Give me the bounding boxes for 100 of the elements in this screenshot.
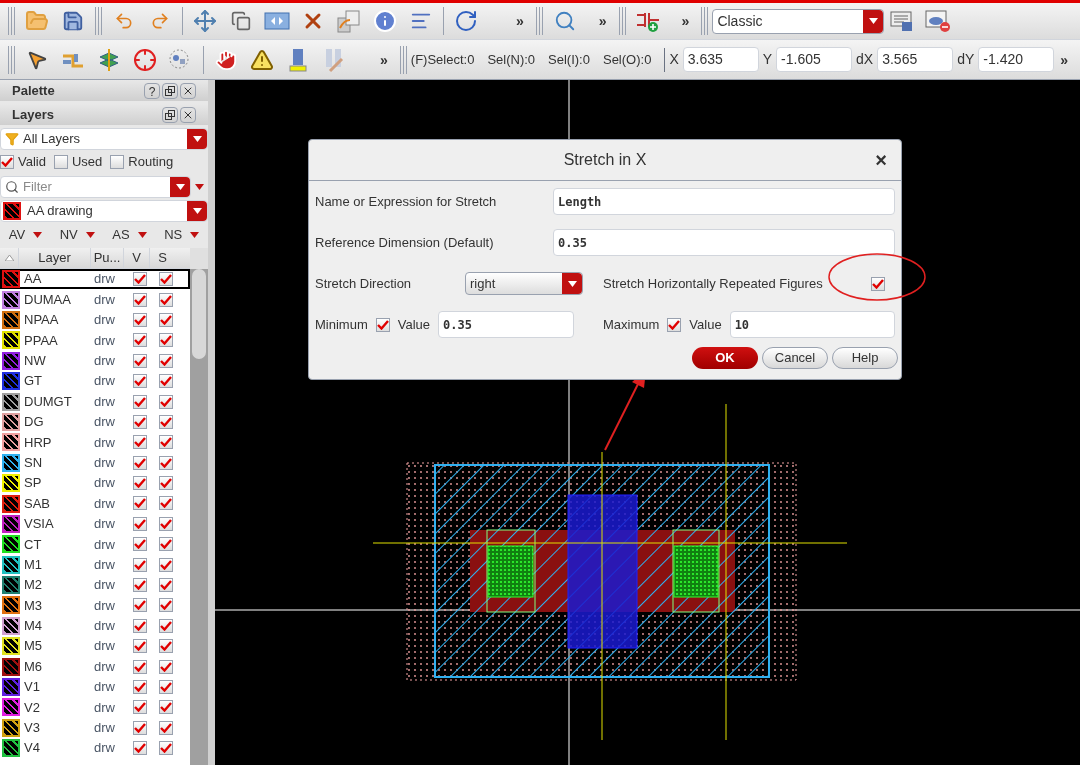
visible-checkbox[interactable] [133, 435, 147, 450]
visible-checkbox[interactable] [133, 292, 147, 307]
visible-checkbox[interactable] [133, 700, 147, 715]
visible-checkbox[interactable] [133, 741, 147, 756]
column-header[interactable]: Pu... [90, 248, 123, 268]
selectable-checkbox[interactable] [159, 537, 173, 552]
visible-checkbox[interactable] [133, 639, 147, 654]
dialog-button[interactable]: OK [692, 347, 758, 369]
close-button[interactable]: × [875, 145, 887, 175]
limit-checkbox[interactable] [375, 317, 390, 332]
dropdown-button[interactable] [187, 201, 207, 221]
layer-row[interactable]: SP drw [0, 472, 190, 494]
layer-row[interactable]: NPAA drw [0, 309, 190, 331]
selectable-checkbox[interactable] [159, 312, 173, 327]
layer-row[interactable]: SN drw [0, 452, 190, 473]
coordinate-field[interactable]: 3.565 [877, 47, 954, 72]
selectable-checkbox[interactable] [159, 741, 173, 756]
help-button[interactable]: ? [144, 82, 160, 99]
current-layer-dropdown[interactable]: AA drawing [0, 200, 208, 222]
selectable-checkbox[interactable] [159, 455, 173, 470]
selectable-checkbox[interactable] [159, 578, 173, 593]
selectable-checkbox[interactable] [159, 720, 173, 735]
visibility-menu-button[interactable]: NS [164, 225, 200, 245]
dialog-button[interactable]: Help [832, 347, 898, 369]
layer-row[interactable]: DG drw [0, 411, 190, 433]
dropdown-button[interactable] [863, 9, 884, 33]
visible-checkbox[interactable] [133, 455, 147, 470]
visible-checkbox[interactable] [133, 680, 147, 694]
menu-caret-icon[interactable] [195, 184, 204, 190]
selectable-checkbox[interactable] [159, 639, 173, 654]
value-field[interactable]: 10 [729, 311, 895, 338]
layer-row[interactable]: GT drw [0, 370, 190, 392]
layer-row[interactable]: PPAA drw [0, 330, 190, 351]
visibility-menu-button[interactable]: AV [8, 225, 43, 245]
selectable-checkbox[interactable] [159, 700, 173, 715]
visible-checkbox[interactable] [133, 476, 147, 491]
visible-checkbox[interactable] [133, 578, 147, 593]
visible-checkbox[interactable] [133, 557, 147, 572]
dialog-button[interactable]: Cancel [762, 347, 828, 369]
selectable-checkbox[interactable] [159, 516, 173, 531]
selectable-checkbox[interactable] [159, 333, 173, 348]
layer-row[interactable]: HRP drw [0, 432, 190, 453]
float-icon[interactable] [162, 82, 178, 99]
visibility-menu-button[interactable]: NV [59, 225, 95, 245]
name-field[interactable]: Length [553, 188, 895, 215]
overflow-button[interactable]: » [380, 49, 388, 70]
visible-checkbox[interactable] [133, 333, 147, 348]
dropdown-button[interactable] [170, 177, 190, 197]
selectable-checkbox[interactable] [159, 414, 173, 429]
layer-row[interactable]: V4 drw [0, 738, 190, 759]
layer-set-dropdown[interactable]: All Layers [0, 128, 208, 150]
overflow-button[interactable]: » [681, 11, 690, 31]
selectable-checkbox[interactable] [159, 292, 173, 307]
value-field[interactable]: 0.35 [438, 311, 575, 338]
checkbox[interactable] [0, 154, 14, 169]
layer-row[interactable]: VSIA drw [0, 513, 190, 535]
layer-row[interactable]: M1 drw [0, 554, 190, 575]
layout-canvas[interactable]: Stretch in X × Name or Expression for Stretch Length Reference Dimension (Default) 0.35 Stretch Direction right Stretch Horizontally Repeated Figures Minimum Value 0.35 Maximum Value 10 OK Cancel Help [215, 80, 1080, 765]
selectable-checkbox[interactable] [159, 394, 173, 409]
layer-row[interactable]: M2 drw [0, 574, 190, 596]
visible-checkbox[interactable] [133, 272, 147, 287]
layer-row[interactable]: DUMGT drw [0, 391, 190, 412]
visible-checkbox[interactable] [133, 312, 147, 327]
checkbox[interactable] [110, 154, 125, 169]
column-header[interactable]: S [149, 248, 175, 268]
selectable-checkbox[interactable] [159, 435, 173, 450]
selectable-checkbox[interactable] [159, 476, 173, 491]
visible-checkbox[interactable] [133, 374, 147, 389]
column-header[interactable]: V [123, 248, 149, 268]
layer-row[interactable]: M4 drw [0, 615, 190, 637]
layer-row[interactable]: M3 drw [0, 595, 190, 616]
reference-field[interactable]: 0.35 [553, 229, 895, 256]
layer-row[interactable]: V1 drw [0, 676, 190, 698]
coordinate-field[interactable]: 3.635 [682, 47, 759, 72]
overflow-button[interactable]: » [516, 11, 524, 31]
layer-row[interactable]: M6 drw [0, 656, 190, 677]
column-header[interactable]: Layer [18, 248, 90, 268]
selectable-checkbox[interactable] [159, 598, 173, 613]
selectable-checkbox[interactable] [159, 680, 173, 694]
selectable-checkbox[interactable] [159, 557, 173, 572]
selectable-checkbox[interactable] [159, 496, 173, 511]
scrollbar[interactable] [190, 248, 208, 765]
layer-row[interactable]: V3 drw [0, 717, 190, 738]
workspace-dropdown[interactable]: Classic [712, 8, 885, 34]
layer-row[interactable]: V2 drw [0, 697, 190, 718]
layer-row[interactable]: M5 drw [0, 636, 190, 657]
layer-row[interactable]: DUMAA drw [0, 289, 190, 310]
layer-row[interactable]: SAB drw [0, 493, 190, 514]
checkbox[interactable] [53, 154, 68, 169]
selectable-checkbox[interactable] [159, 659, 173, 674]
dropdown-button[interactable] [562, 273, 582, 294]
visible-checkbox[interactable] [133, 496, 147, 511]
layer-row[interactable]: NW drw [0, 350, 190, 371]
coordinate-field[interactable]: -1.605 [776, 47, 853, 72]
repeat-checkbox[interactable] [871, 276, 885, 291]
layer-row[interactable]: CT drw [0, 534, 190, 555]
visible-checkbox[interactable] [133, 720, 147, 735]
visible-checkbox[interactable] [133, 659, 147, 674]
coordinate-field[interactable]: -1.420 [978, 47, 1055, 72]
visible-checkbox[interactable] [133, 394, 147, 409]
